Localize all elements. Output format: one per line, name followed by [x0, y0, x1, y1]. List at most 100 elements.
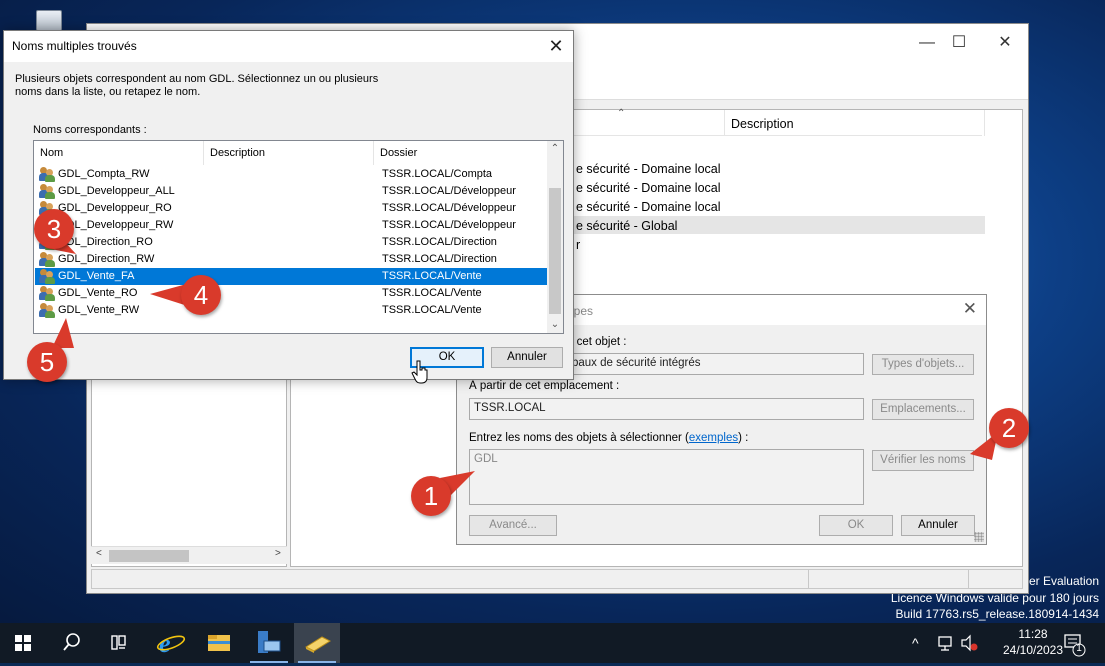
- maximize-button[interactable]: ☐: [939, 30, 979, 56]
- row-type: r: [576, 238, 581, 252]
- select-cancel-button[interactable]: Annuler: [901, 515, 975, 536]
- server-manager-icon[interactable]: [246, 623, 292, 663]
- multiple-names-dialog: Noms multiples trouvés ✕ Plusieurs objet…: [3, 30, 574, 380]
- enter-names-prefix: Entrez les noms des objets à sélectionne…: [469, 432, 689, 444]
- intro-line-2: noms dans la liste, ou retapez le nom.: [15, 86, 201, 98]
- item-folder: TSSR.LOCAL/Développeur: [382, 185, 516, 197]
- column-description[interactable]: Description: [731, 117, 794, 131]
- item-name: GDL_Compta_RW: [58, 168, 150, 180]
- console-tree-hscroll[interactable]: < >: [91, 546, 287, 564]
- item-name: GDL_Vente_FA: [58, 270, 135, 282]
- list-item[interactable]: GDL_Vente_RO TSSR.LOCAL/Vente: [35, 285, 547, 302]
- list-item[interactable]: GDL_Vente_RW TSSR.LOCAL/Vente: [35, 302, 547, 319]
- clock-date: 24/10/2023: [1002, 643, 1064, 657]
- close-button[interactable]: ✕: [985, 30, 1025, 56]
- dialog-intro: Plusieurs objets correspondent au nom GD…: [15, 73, 395, 99]
- object-type-field: baux de sécurité intégrés: [567, 353, 864, 375]
- volume-muted-icon[interactable]: [960, 623, 980, 663]
- annotation-badge-1: 1: [411, 476, 451, 516]
- list-item[interactable]: GDL_Developpeur_RW TSSR.LOCAL/Développeur: [35, 217, 547, 234]
- group-icon: [39, 303, 56, 318]
- dialog-close-button[interactable]: ✕: [545, 35, 567, 57]
- group-icon: [39, 167, 56, 182]
- item-folder: TSSR.LOCAL/Vente: [382, 287, 482, 299]
- dialog-titlebar: Noms multiples trouvés ✕: [4, 31, 573, 62]
- item-name: GDL_Vente_RO: [58, 287, 138, 299]
- resize-grip[interactable]: [974, 532, 984, 542]
- watermark-edition: ter Evaluation: [1025, 574, 1099, 588]
- select-dialog-close-button[interactable]: ✕: [963, 299, 977, 319]
- internet-explorer-icon[interactable]: e: [148, 623, 194, 663]
- item-folder: TSSR.LOCAL/Vente: [382, 304, 482, 316]
- list-item[interactable]: GDL_Direction_RO TSSR.LOCAL/Direction: [35, 234, 547, 251]
- tray-overflow-button[interactable]: ^: [912, 623, 928, 663]
- windows-start-icon[interactable]: [0, 623, 46, 663]
- select-ok-button[interactable]: OK: [819, 515, 893, 536]
- scroll-down-icon[interactable]: ⌄: [547, 317, 563, 333]
- annotation-badge-4: 4: [181, 275, 221, 315]
- item-folder: TSSR.LOCAL/Développeur: [382, 202, 516, 214]
- locations-button[interactable]: Emplacements...: [872, 399, 974, 420]
- row-type: e sécurité - Domaine local: [576, 181, 721, 195]
- cancel-button[interactable]: Annuler: [491, 347, 563, 368]
- enter-names-label: Entrez les noms des objets à sélectionne…: [469, 432, 748, 444]
- row-type: e sécurité - Domaine local: [576, 162, 721, 176]
- item-name: GDL_Vente_RW: [58, 304, 140, 316]
- list-item[interactable]: GDL_Compta_RW TSSR.LOCAL/Compta: [35, 166, 547, 183]
- scroll-up-icon[interactable]: ⌃: [547, 141, 563, 157]
- annotation-badge-3: 3: [34, 209, 74, 249]
- annotation-badge-2: 2: [989, 408, 1029, 448]
- item-folder: TSSR.LOCAL/Développeur: [382, 219, 516, 231]
- row-type: e sécurité - Domaine local: [576, 200, 721, 214]
- examples-link[interactable]: exemples: [689, 432, 738, 444]
- scroll-left-icon[interactable]: <: [96, 548, 102, 559]
- file-explorer-icon[interactable]: [196, 623, 242, 663]
- hand-cursor-icon: [411, 360, 428, 384]
- advanced-button[interactable]: Avancé...: [469, 515, 557, 536]
- task-view-icon[interactable]: [96, 623, 142, 663]
- dialog-title: Noms multiples trouvés: [12, 39, 137, 53]
- search-icon[interactable]: [48, 623, 94, 663]
- list-item[interactable]: GDL_Developpeur_RO TSSR.LOCAL/Développeur: [35, 200, 547, 217]
- list-header: Nom Description Dossier: [34, 141, 547, 165]
- clock-time: 11:28: [1018, 627, 1048, 641]
- annotation-badge-5: 5: [27, 342, 67, 382]
- action-center-icon[interactable]: 1: [1060, 623, 1090, 663]
- intro-line-1: Plusieurs objets correspondent au nom GD…: [15, 73, 379, 85]
- ad-users-computers-icon[interactable]: [294, 623, 340, 663]
- column-name[interactable]: Nom: [34, 141, 204, 165]
- item-name: GDL_Developpeur_RO: [58, 202, 172, 214]
- item-folder: TSSR.LOCAL/Vente: [382, 270, 482, 282]
- location-field: TSSR.LOCAL: [469, 398, 864, 420]
- object-type-label: e cet objet :: [567, 336, 627, 348]
- group-icon: [39, 184, 56, 199]
- object-names-input[interactable]: GDL: [469, 449, 864, 505]
- enter-names-suffix: ) :: [738, 432, 749, 444]
- notification-count: 1: [1076, 643, 1082, 654]
- list-item[interactable]: GDL_Vente_FA TSSR.LOCAL/Vente: [35, 268, 547, 285]
- item-folder: TSSR.LOCAL/Compta: [382, 168, 493, 180]
- object-types-button[interactable]: Types d'objets...: [872, 354, 974, 375]
- row-type: e sécurité - Global: [576, 219, 678, 233]
- list-vscroll[interactable]: ⌃ ⌄: [547, 141, 563, 333]
- vscroll-thumb[interactable]: [549, 188, 561, 314]
- check-names-button[interactable]: Vérifier les noms: [872, 450, 974, 471]
- item-name: GDL_Developpeur_ALL: [58, 185, 175, 197]
- status-bar: [91, 569, 1023, 589]
- taskbar: e ^ 11:28 24/10/2023 1: [0, 623, 1105, 663]
- sort-up-icon: ⌃: [617, 108, 626, 119]
- list-item[interactable]: GDL_Developpeur_ALL TSSR.LOCAL/Développeu…: [35, 183, 547, 200]
- matching-names-list[interactable]: Nom Description Dossier GDL_Compta_RW TSS…: [33, 140, 564, 334]
- system-clock[interactable]: 11:28 24/10/2023: [1001, 626, 1065, 658]
- item-folder: TSSR.LOCAL/Direction: [382, 253, 497, 265]
- list-item[interactable]: GDL_Direction_RW TSSR.LOCAL/Direction: [35, 251, 547, 268]
- column-folder[interactable]: Dossier: [374, 141, 547, 165]
- item-folder: TSSR.LOCAL/Direction: [382, 236, 497, 248]
- scroll-right-icon[interactable]: >: [275, 548, 281, 559]
- location-label: À partir de cet emplacement :: [469, 380, 620, 392]
- matching-names-label: Noms correspondants :: [33, 124, 147, 136]
- column-description[interactable]: Description: [204, 141, 374, 165]
- group-icon: [39, 286, 56, 301]
- network-icon[interactable]: [936, 623, 956, 663]
- hscroll-thumb[interactable]: [109, 550, 189, 562]
